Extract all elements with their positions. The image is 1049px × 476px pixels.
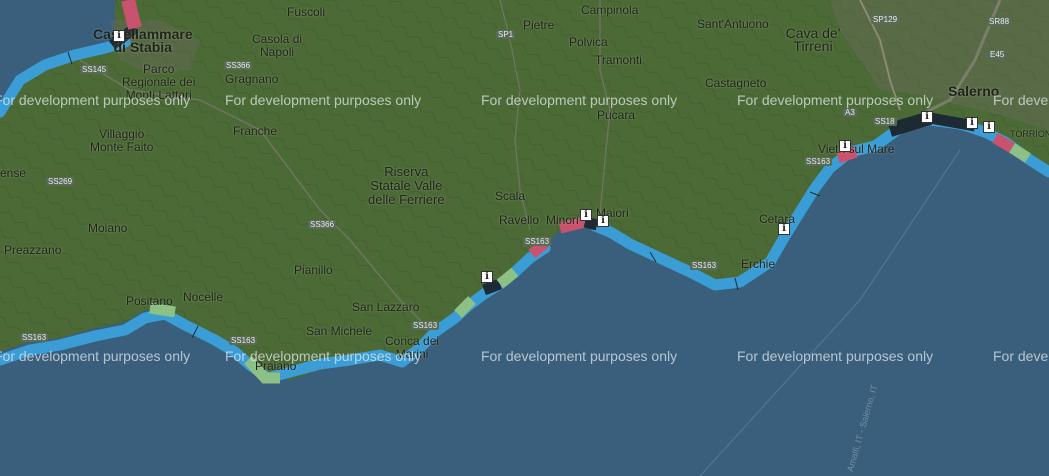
info-marker-icon[interactable]: i [921, 111, 933, 123]
place-sanlazzaro: San Lazzaro [352, 300, 420, 314]
place-ravello: Ravello [499, 213, 540, 227]
road-shield: SS269 [46, 177, 75, 186]
place-franche: Franche [233, 124, 278, 138]
place-ense: ense [0, 166, 27, 180]
road-shield: SS18 [873, 117, 897, 126]
place-positano: Positano [126, 294, 173, 308]
watermark: For development purposes only [481, 92, 678, 108]
place-castagneto: Castagneto [705, 76, 767, 90]
info-marker-icon[interactable]: i [778, 223, 790, 235]
road-shield: SP1 [496, 30, 516, 39]
place-fuscoli: Fuscoli [287, 5, 326, 19]
place-erchie: Erchie [741, 257, 776, 271]
place-campinola: Campinola [581, 3, 639, 17]
road-shield: SS163 [20, 333, 49, 342]
map-canvas[interactable]: Castellammare di Stabia Fuscoli Pietre Ca… [0, 0, 1049, 476]
road-shield: SS145 [80, 65, 109, 74]
place-riserva: Riserva Statale Valle delle Ferriere [368, 164, 445, 207]
watermark: For development purposes only [225, 348, 422, 364]
place-vietri: Vietri sul Mare [818, 142, 895, 156]
road-shield: SS366 [308, 220, 337, 229]
place-salerno: Salerno [948, 83, 1000, 99]
road-shield: SS163 [690, 261, 719, 270]
road-shield: SS163 [523, 237, 552, 246]
info-marker-icon[interactable]: i [597, 215, 609, 227]
info-marker-icon[interactable]: i [113, 30, 125, 42]
place-tramonti: Tramonti [595, 53, 642, 67]
place-pianillo: Pianillo [294, 263, 333, 277]
place-torrione: TORRIONE [1010, 129, 1049, 139]
info-marker-icon[interactable]: i [580, 209, 592, 221]
watermark: For development purposes only [993, 348, 1049, 364]
place-polvica: Polvica [569, 35, 608, 49]
info-marker-icon[interactable]: i [983, 121, 995, 133]
watermark: For development purposes only [0, 92, 191, 108]
watermark: For development purposes only [737, 92, 934, 108]
place-pietre: Pietre [523, 18, 555, 32]
place-pucara: Pucara [597, 108, 636, 122]
road-shield: SS163 [804, 157, 833, 166]
info-marker-icon[interactable]: i [966, 117, 978, 129]
place-moiano: Moiano [88, 221, 128, 235]
watermark: For development purposes only [481, 348, 678, 364]
place-castellammare: Castellammare di Stabia [93, 26, 193, 55]
place-scala: Scala [495, 189, 526, 203]
place-sanmichele: San Michele [306, 324, 373, 338]
place-cava: Cava de' Tirreni [785, 25, 841, 54]
road-shield: SS366 [224, 61, 253, 70]
place-minori: Minori [546, 213, 579, 227]
place-preazzano: Preazzano [4, 243, 62, 257]
place-gragnano: Gragnano [225, 72, 279, 86]
place-nocelle: Nocelle [183, 290, 224, 304]
road-shield: A3 [843, 108, 857, 117]
info-marker-icon[interactable]: i [481, 271, 493, 283]
watermark: For development purposes only [225, 92, 422, 108]
watermark: For development purposes only [737, 348, 934, 364]
place-villaggio: Villaggio Monte Faito [90, 127, 154, 154]
road-shield: SS163 [229, 336, 258, 345]
road-shield: SR88 [987, 17, 1012, 26]
watermark: For development purposes only [0, 348, 191, 364]
place-santantuono: Sant'Antuono [697, 17, 769, 31]
road-shield: SP129 [871, 15, 900, 24]
road-shield: SS163 [411, 321, 440, 330]
info-marker-icon[interactable]: i [839, 140, 851, 152]
road-shield: E45 [988, 50, 1007, 59]
place-casola: Casola di Napoli [252, 32, 303, 59]
watermark: For development purposes only [993, 92, 1049, 108]
